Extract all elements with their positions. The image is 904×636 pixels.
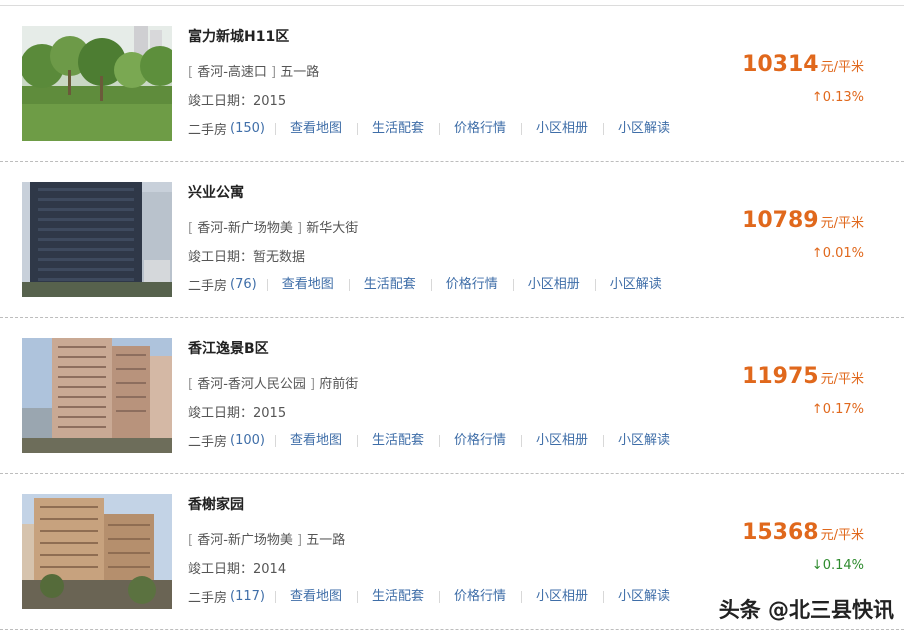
listing-address: [ 香河-香河人民公园 ] 府前街 bbox=[188, 377, 359, 392]
listing-name[interactable]: 富力新城H11区 bbox=[188, 26, 289, 46]
view-map-link[interactable]: 查看地图 bbox=[274, 122, 357, 135]
photo-album-link[interactable]: 小区相册 bbox=[521, 122, 603, 135]
amenities-link[interactable]: 生活配套 bbox=[357, 122, 439, 135]
built-label: 竣工日期： bbox=[188, 406, 254, 421]
listing-street: 新华大街 bbox=[306, 221, 359, 236]
built-value: 2015 bbox=[253, 94, 287, 109]
change-value: 0.17% bbox=[822, 402, 864, 417]
secondhand-count-link[interactable]: (100) bbox=[230, 433, 265, 448]
listing-street: 五一路 bbox=[306, 533, 346, 548]
price-change: ↓0.14% bbox=[812, 558, 864, 573]
change-value: 0.13% bbox=[822, 90, 864, 105]
listing-divider bbox=[0, 629, 904, 630]
price-trend-link[interactable]: 价格行情 bbox=[439, 434, 521, 447]
listing-name[interactable]: 兴业公寓 bbox=[188, 182, 244, 202]
listing-district: 香河-新广场物美 bbox=[197, 221, 293, 236]
photo-album-link[interactable]: 小区相册 bbox=[521, 590, 603, 603]
arrow-up-icon: ↑ bbox=[811, 90, 823, 105]
community-review-link[interactable]: 小区解读 bbox=[603, 434, 685, 447]
built-label: 竣工日期： bbox=[188, 250, 254, 265]
secondhand-count-link[interactable]: (117) bbox=[230, 589, 265, 604]
price-unit: 元/平米 bbox=[820, 528, 864, 543]
arrow-up-icon: ↑ bbox=[811, 402, 823, 417]
listing-item: 香江逸景B区 [ 香河-香河人民公园 ] 府前街 竣工日期：2015 二手房 (… bbox=[0, 318, 904, 474]
view-map-link[interactable]: 查看地图 bbox=[266, 278, 349, 291]
view-map-link[interactable]: 查看地图 bbox=[274, 434, 357, 447]
listing-price: 10789 元/平米 bbox=[742, 208, 864, 233]
listing-street: 府前街 bbox=[319, 377, 359, 392]
amenities-link[interactable]: 生活配套 bbox=[357, 434, 439, 447]
price-trend-link[interactable]: 价格行情 bbox=[439, 122, 521, 135]
listing-links: 二手房 (117) 查看地图 生活配套 价格行情 小区相册 小区解读 bbox=[188, 587, 685, 606]
price-change: ↑0.17% bbox=[812, 402, 864, 417]
view-map-link[interactable]: 查看地图 bbox=[274, 590, 357, 603]
watermark: 头条 @北三县快讯 bbox=[718, 598, 894, 622]
listing-photo[interactable] bbox=[22, 182, 172, 297]
built-label: 竣工日期： bbox=[188, 562, 254, 577]
photo-album-link[interactable]: 小区相册 bbox=[512, 278, 595, 291]
community-review-link[interactable]: 小区解读 bbox=[603, 122, 685, 135]
listing-links: 二手房 (150) 查看地图 生活配套 价格行情 小区相册 小区解读 bbox=[188, 119, 685, 138]
secondhand-label: 二手房 bbox=[188, 435, 228, 450]
price-unit: 元/平米 bbox=[820, 60, 864, 75]
listing-district: 香河-香河人民公园 bbox=[197, 377, 306, 392]
price-trend-link[interactable]: 价格行情 bbox=[430, 278, 513, 291]
built-label: 竣工日期： bbox=[188, 94, 254, 109]
listing-address: [ 香河-新广场物美 ] 五一路 bbox=[188, 533, 346, 548]
built-value: 暂无数据 bbox=[253, 250, 306, 265]
secondhand-label: 二手房 bbox=[188, 591, 228, 606]
price-value: 10314 bbox=[742, 52, 819, 77]
listing-price: 11975 元/平米 bbox=[742, 364, 864, 389]
listing-street: 五一路 bbox=[280, 65, 320, 80]
community-review-link[interactable]: 小区解读 bbox=[603, 590, 685, 603]
listing-item: 富力新城H11区 [ 香河-高速口 ] 五一路 竣工日期：2015 二手房 (1… bbox=[0, 6, 904, 162]
built-value: 2014 bbox=[253, 562, 287, 577]
price-change: ↑0.01% bbox=[812, 246, 864, 261]
listing-price: 15368 元/平米 bbox=[742, 520, 864, 545]
listing-photo[interactable] bbox=[22, 494, 172, 609]
listing-name[interactable]: 香榭家园 bbox=[188, 494, 244, 514]
listing-district: 香河-高速口 bbox=[197, 65, 267, 80]
price-change: ↑0.13% bbox=[812, 90, 864, 105]
listing-address: [ 香河-高速口 ] 五一路 bbox=[188, 65, 320, 80]
secondhand-count-link[interactable]: (150) bbox=[230, 121, 265, 136]
listing-built-date: 竣工日期：2015 bbox=[188, 402, 286, 421]
price-unit: 元/平米 bbox=[820, 216, 864, 231]
secondhand-count-link[interactable]: (76) bbox=[230, 277, 257, 292]
listing-links: 二手房 (76) 查看地图 生活配套 价格行情 小区相册 小区解读 bbox=[188, 275, 677, 294]
secondhand-label: 二手房 bbox=[188, 279, 228, 294]
listing-built-date: 竣工日期：2015 bbox=[188, 90, 286, 109]
price-value: 10789 bbox=[742, 208, 819, 233]
price-trend-link[interactable]: 价格行情 bbox=[439, 590, 521, 603]
built-value: 2015 bbox=[253, 406, 287, 421]
amenities-link[interactable]: 生活配套 bbox=[357, 590, 439, 603]
listing-price: 10314 元/平米 bbox=[742, 52, 864, 77]
price-unit: 元/平米 bbox=[820, 372, 864, 387]
listing-address: [ 香河-新广场物美 ] 新华大街 bbox=[188, 221, 359, 236]
listing-built-date: 竣工日期：暂无数据 bbox=[188, 246, 305, 265]
listing-district: 香河-新广场物美 bbox=[197, 533, 293, 548]
change-value: 0.14% bbox=[822, 558, 864, 573]
arrow-down-icon: ↓ bbox=[811, 558, 823, 573]
secondhand-label: 二手房 bbox=[188, 123, 228, 138]
listing-links: 二手房 (100) 查看地图 生活配套 价格行情 小区相册 小区解读 bbox=[188, 431, 685, 450]
listing-name[interactable]: 香江逸景B区 bbox=[188, 338, 269, 358]
arrow-up-icon: ↑ bbox=[811, 246, 823, 261]
price-value: 11975 bbox=[742, 364, 819, 389]
photo-album-link[interactable]: 小区相册 bbox=[521, 434, 603, 447]
amenities-link[interactable]: 生活配套 bbox=[348, 278, 431, 291]
listing-built-date: 竣工日期：2014 bbox=[188, 558, 286, 577]
listing-item: 兴业公寓 [ 香河-新广场物美 ] 新华大街 竣工日期：暂无数据 二手房 (76… bbox=[0, 162, 904, 318]
listing-photo[interactable] bbox=[22, 338, 172, 453]
community-review-link[interactable]: 小区解读 bbox=[594, 278, 677, 291]
listing-photo[interactable] bbox=[22, 26, 172, 141]
change-value: 0.01% bbox=[822, 246, 864, 261]
price-value: 15368 bbox=[742, 520, 819, 545]
